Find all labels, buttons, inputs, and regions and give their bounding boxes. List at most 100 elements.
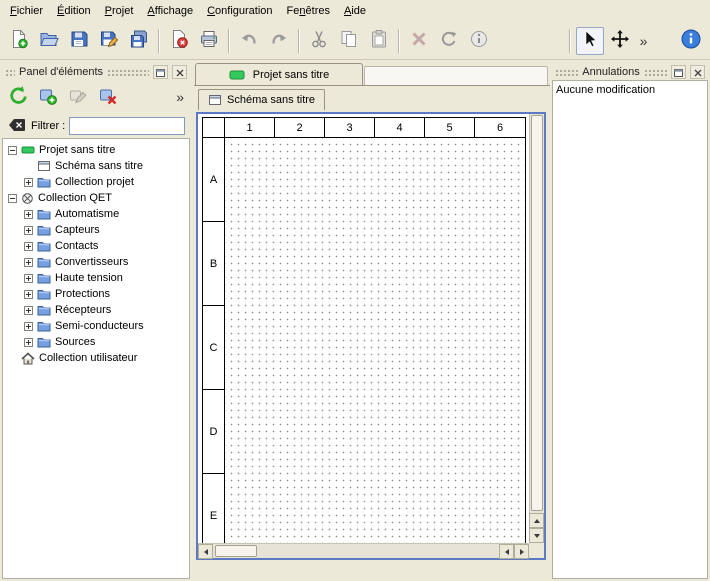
expand-expander-icon[interactable] xyxy=(24,226,33,235)
tree-item-schema[interactable]: Schéma sans titre xyxy=(3,158,189,174)
new-element-button[interactable] xyxy=(35,84,61,110)
float-panel-button[interactable] xyxy=(671,65,686,79)
tree-item-collection-utilisateur[interactable]: Collection utilisateur xyxy=(3,350,189,366)
diagram-sheet[interactable]: 1 2 3 4 5 6 A B C D xyxy=(202,117,526,543)
float-panel-button[interactable] xyxy=(153,65,168,79)
toolbar-separator xyxy=(298,29,300,53)
expand-expander-icon[interactable] xyxy=(24,242,33,251)
schema-tab[interactable]: Schéma sans titre xyxy=(198,89,325,110)
project-tab-label: Projet sans titre xyxy=(253,69,329,81)
vertical-scrollbar[interactable] xyxy=(529,114,544,543)
close-document-button[interactable] xyxy=(165,27,193,55)
tree-item-convertisseurs[interactable]: Convertisseurs xyxy=(3,254,189,270)
menu-fichier[interactable]: Fichier xyxy=(3,2,50,20)
expand-expander-icon[interactable] xyxy=(24,258,33,267)
column-label: 2 xyxy=(275,118,325,137)
elements-tree: Projet sans titre Schéma sans titre Coll… xyxy=(2,138,190,579)
toolbar-overflow-chevron[interactable]: » xyxy=(635,33,653,49)
elements-toolbar-overflow-chevron[interactable]: » xyxy=(176,89,187,105)
undo-panel-titlebar[interactable]: Annulations xyxy=(552,64,708,80)
tree-item-protections[interactable]: Protections xyxy=(3,286,189,302)
expand-expander-icon[interactable] xyxy=(24,306,33,315)
new-element-icon xyxy=(38,86,58,109)
horizontal-scrollbar-thumb[interactable] xyxy=(215,545,257,557)
panel-grip[interactable] xyxy=(644,69,667,76)
pan-mode-button[interactable] xyxy=(606,27,634,55)
toolbar-separator xyxy=(228,29,230,53)
menu-fenetres[interactable]: Fenêtres xyxy=(280,2,337,20)
tree-item-contacts[interactable]: Contacts xyxy=(3,238,189,254)
delete-button xyxy=(405,27,433,55)
menu-configuration[interactable]: Configuration xyxy=(200,2,279,20)
reload-collections-button[interactable] xyxy=(5,84,31,110)
tree-item-project[interactable]: Projet sans titre xyxy=(3,142,189,158)
undo-history-entry[interactable]: Aucune modification xyxy=(556,83,704,97)
panel-grip[interactable] xyxy=(5,69,15,76)
scroll-left-button[interactable] xyxy=(499,544,514,559)
save-button[interactable] xyxy=(65,27,93,55)
schema-tab-label: Schéma sans titre xyxy=(227,94,315,106)
scroll-up-button[interactable] xyxy=(529,513,544,528)
filter-input[interactable] xyxy=(69,117,185,135)
schema-icon xyxy=(37,160,51,172)
vertical-scrollbar-thumb[interactable] xyxy=(531,115,543,511)
tree-item-label: Collection utilisateur xyxy=(39,352,137,364)
schema-icon xyxy=(208,94,222,106)
paste-button xyxy=(365,27,393,55)
diagram-viewport[interactable]: 1 2 3 4 5 6 A B C D xyxy=(198,114,529,543)
menu-edition[interactable]: Édition xyxy=(50,2,98,20)
tree-item-recepteurs[interactable]: Récepteurs xyxy=(3,302,189,318)
new-document-button[interactable] xyxy=(5,27,33,55)
horizontal-scrollbar[interactable] xyxy=(198,543,529,558)
tree-item-collection-qet[interactable]: Collection QET xyxy=(3,190,189,206)
save-as-button[interactable] xyxy=(95,27,123,55)
cut-button xyxy=(305,27,333,55)
open-project-button[interactable] xyxy=(35,27,63,55)
expand-expander-icon[interactable] xyxy=(24,290,33,299)
selection-mode-button[interactable] xyxy=(576,27,604,55)
element-information-button xyxy=(465,27,493,55)
expand-expander-icon[interactable] xyxy=(24,210,33,219)
panel-grip[interactable] xyxy=(107,69,149,76)
tree-item-haute-tension[interactable]: Haute tension xyxy=(3,270,189,286)
about-qet-button[interactable] xyxy=(677,27,705,55)
scroll-down-button[interactable] xyxy=(529,528,544,543)
horizontal-scrollbar-track[interactable] xyxy=(213,544,499,558)
diagram-view[interactable]: 1 2 3 4 5 6 A B C D xyxy=(196,112,546,560)
tree-item-label: Récepteurs xyxy=(55,304,111,316)
elements-panel-titlebar[interactable]: Panel d'éléments xyxy=(2,64,190,80)
project-tab[interactable]: Projet sans titre xyxy=(195,63,363,85)
tree-item-label: Semi-conducteurs xyxy=(55,320,144,332)
close-panel-button[interactable] xyxy=(172,65,187,79)
menu-aide[interactable]: Aide xyxy=(337,2,373,20)
close-panel-button[interactable] xyxy=(690,65,705,79)
print-button[interactable] xyxy=(195,27,223,55)
collapse-expander-icon[interactable] xyxy=(8,194,17,203)
delete-element-button[interactable] xyxy=(95,84,121,110)
down-arrow-icon xyxy=(534,534,540,538)
diagram-grid[interactable] xyxy=(225,138,525,543)
undo-history-list[interactable]: Aucune modification xyxy=(552,80,708,579)
tree-item-semi-conducteurs[interactable]: Semi-conducteurs xyxy=(3,318,189,334)
new-document-icon xyxy=(9,29,29,52)
row-label: E xyxy=(203,474,224,543)
panel-grip[interactable] xyxy=(555,69,578,76)
scroll-right-button[interactable] xyxy=(514,544,529,559)
tree-item-sources[interactable]: Sources xyxy=(3,334,189,350)
save-all-button[interactable] xyxy=(125,27,153,55)
close-document-icon xyxy=(169,29,189,52)
tree-item-collection-projet[interactable]: Collection projet xyxy=(3,174,189,190)
tree-item-capteurs[interactable]: Capteurs xyxy=(3,222,189,238)
tree-item-automatisme[interactable]: Automatisme xyxy=(3,206,189,222)
expand-expander-icon[interactable] xyxy=(24,178,33,187)
project-icon xyxy=(21,144,35,156)
clear-filter-button[interactable] xyxy=(7,116,27,136)
collapse-expander-icon[interactable] xyxy=(8,146,17,155)
scroll-left-button[interactable] xyxy=(198,544,213,559)
menu-projet[interactable]: Projet xyxy=(98,2,141,20)
expand-expander-icon[interactable] xyxy=(24,322,33,331)
expand-expander-icon[interactable] xyxy=(24,338,33,347)
column-label: 4 xyxy=(375,118,425,137)
expand-expander-icon[interactable] xyxy=(24,274,33,283)
menu-affichage[interactable]: Affichage xyxy=(140,2,200,20)
